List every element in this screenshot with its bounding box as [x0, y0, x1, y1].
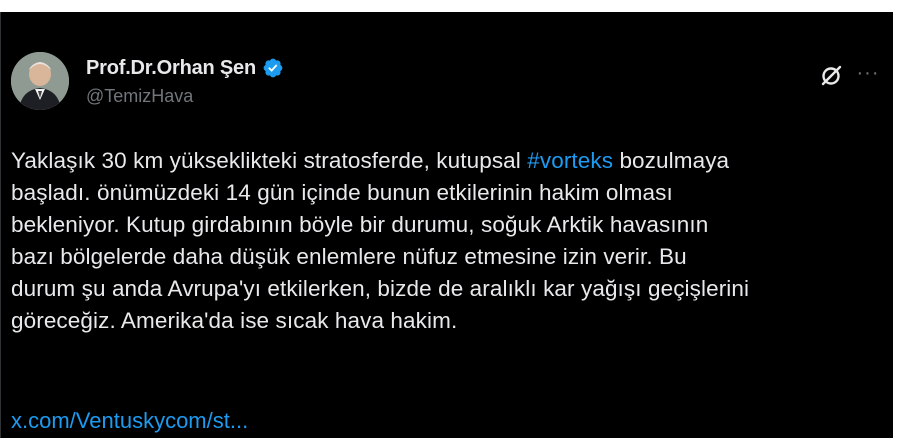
- post-text: Yaklaşık 30 km yükseklikteki stratosferd…: [11, 145, 881, 337]
- hashtag-link[interactable]: #vorteks: [527, 148, 613, 173]
- post-text-line: göreceğiz. Amerika'da ise sıcak hava hak…: [11, 308, 458, 333]
- more-icon: ···: [856, 62, 880, 84]
- author-handle[interactable]: @TemizHava: [86, 86, 193, 107]
- post-text-line: Yaklaşık 30 km yükseklikteki stratosferd…: [11, 145, 881, 177]
- author-display-name[interactable]: Prof.Dr.Orhan Şen: [86, 57, 256, 80]
- more-button[interactable]: ···: [856, 62, 880, 88]
- post-text-line: başladı. önümüzdeki 14 gün içinde bunun …: [11, 180, 673, 205]
- post-text-line: bazı bölgelerde daha düşük enlemlere nüf…: [11, 244, 687, 269]
- verified-badge-icon: [263, 58, 283, 78]
- grok-button[interactable]: [819, 64, 843, 88]
- post-text-line: bekleniyor. Kutup girdabının böyle bir d…: [11, 212, 709, 237]
- text-segment: bozulmaya: [613, 148, 730, 173]
- avatar[interactable]: [11, 52, 69, 110]
- post-header: Prof.Dr.Orhan Şen @TemizHava ···: [11, 50, 881, 130]
- post-card: Prof.Dr.Orhan Şen @TemizHava ··· Yaklaşı…: [0, 12, 893, 438]
- avatar-image: [11, 52, 69, 110]
- external-link[interactable]: x.com/Ventuskycom/st...: [11, 408, 248, 434]
- post-text-line: durum şu anda Avrupa'yı etkilerken, bizd…: [11, 276, 750, 301]
- name-row: Prof.Dr.Orhan Şen: [86, 56, 284, 80]
- text-segment: Yaklaşık 30 km yükseklikteki stratosferd…: [11, 148, 528, 173]
- grok-icon: [821, 65, 842, 86]
